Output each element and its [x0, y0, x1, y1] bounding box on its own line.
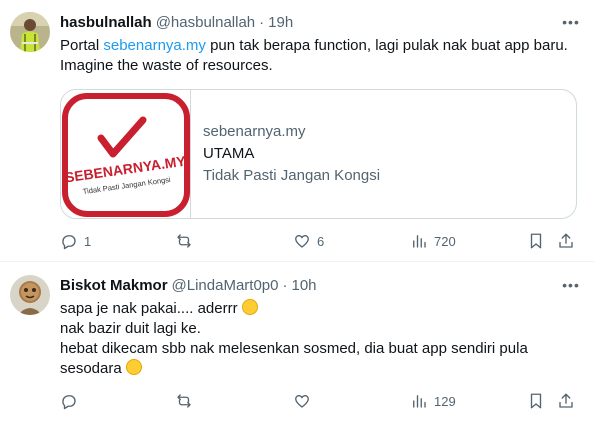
- share-button[interactable]: [557, 391, 575, 411]
- retweet-button[interactable]: [175, 391, 199, 411]
- reply-icon: [62, 395, 76, 410]
- card-domain: sebenarnya.my: [203, 123, 306, 140]
- timestamp[interactable]: 19h: [268, 14, 293, 31]
- bookmark-icon: [530, 233, 542, 249]
- tweet-line: hebat dikecam sbb nak melesenkan sosmed,…: [60, 340, 528, 357]
- heart-icon: [295, 234, 309, 248]
- more-horizontal-icon[interactable]: •••: [561, 12, 581, 32]
- tweet-line: nak bazir duit lagi ke.: [60, 320, 201, 337]
- like-button[interactable]: 6: [293, 231, 324, 251]
- heart-icon: [295, 394, 309, 408]
- sebenarnya-logo: SEBENARNYA.MY Tidak Pasti Jangan Kongsi: [62, 93, 190, 217]
- shushing-face-emoji: [125, 359, 142, 375]
- retweet-icon: [177, 234, 191, 248]
- tweet[interactable]: hasbulnallah @hasbulnallah · 19h ••• Por…: [0, 0, 595, 262]
- bookmark-icon: [530, 393, 542, 409]
- card-title: UTAMA: [203, 145, 255, 162]
- views-chart-icon: [413, 395, 426, 408]
- like-button[interactable]: [293, 391, 317, 411]
- tweet-actions: 129: [60, 391, 580, 411]
- like-count: 6: [317, 233, 325, 249]
- display-name[interactable]: Biskot Makmor: [60, 277, 168, 294]
- link-card[interactable]: SEBENARNYA.MY Tidak Pasti Jangan Kongsi …: [60, 89, 577, 219]
- views-count: 129: [434, 393, 456, 409]
- tweet-actions: 1 6 720: [60, 231, 580, 251]
- tweet-header: Biskot Makmor @LindaMart0p0 · 10h: [60, 275, 317, 295]
- tweet-line-text: sapa je nak pakai.... aderrr: [60, 300, 238, 317]
- reply-count: 1: [84, 233, 92, 249]
- tweet-text: sapa je nak pakai.... aderrr nak bazir d…: [60, 299, 580, 379]
- views-button[interactable]: 720: [410, 231, 456, 251]
- tweet-line: sapa je nak pakai.... aderrr: [60, 299, 580, 319]
- views-count: 720: [434, 233, 456, 249]
- reply-button[interactable]: [60, 391, 84, 411]
- user-handle[interactable]: @LindaMart0p0: [172, 277, 279, 294]
- tweet-link[interactable]: sebenarnya.my: [103, 37, 206, 54]
- avatar[interactable]: [10, 275, 50, 315]
- separator-dot: ·: [259, 13, 265, 31]
- card-description: Tidak Pasti Jangan Kongsi: [203, 167, 381, 184]
- card-info: sebenarnya.my UTAMA Tidak Pasti Jangan K…: [203, 122, 380, 186]
- more-horizontal-icon[interactable]: •••: [561, 275, 581, 295]
- display-name[interactable]: hasbulnallah: [60, 14, 152, 31]
- tweet-line: sesodara: [60, 359, 580, 379]
- views-chart-icon: [413, 235, 426, 248]
- bookmark-button[interactable]: [527, 391, 545, 411]
- reply-button[interactable]: 1: [60, 231, 91, 251]
- reply-icon: [62, 235, 76, 250]
- tweet-text: Portal sebenarnya.my pun tak berapa func…: [60, 36, 580, 76]
- share-button[interactable]: [557, 231, 575, 251]
- tweet-header: hasbulnallah @hasbulnallah · 19h: [60, 12, 293, 32]
- tweet-line-text: sesodara: [60, 360, 122, 377]
- views-button[interactable]: 129: [410, 391, 456, 411]
- share-icon: [559, 393, 573, 408]
- retweet-button[interactable]: [175, 231, 199, 251]
- tweet[interactable]: Biskot Makmor @LindaMart0p0 · 10h ••• sa…: [0, 263, 595, 429]
- avatar[interactable]: [10, 12, 50, 52]
- timestamp[interactable]: 10h: [292, 277, 317, 294]
- rofl-emoji: [241, 299, 258, 315]
- share-icon: [559, 233, 573, 248]
- tweet-text-part: Portal: [60, 37, 104, 54]
- card-image: SEBENARNYA.MY Tidak Pasti Jangan Kongsi: [61, 90, 191, 218]
- retweet-icon: [177, 394, 191, 408]
- separator-dot: ·: [282, 276, 288, 294]
- user-handle[interactable]: @hasbulnallah: [156, 14, 255, 31]
- bookmark-button[interactable]: [527, 231, 545, 251]
